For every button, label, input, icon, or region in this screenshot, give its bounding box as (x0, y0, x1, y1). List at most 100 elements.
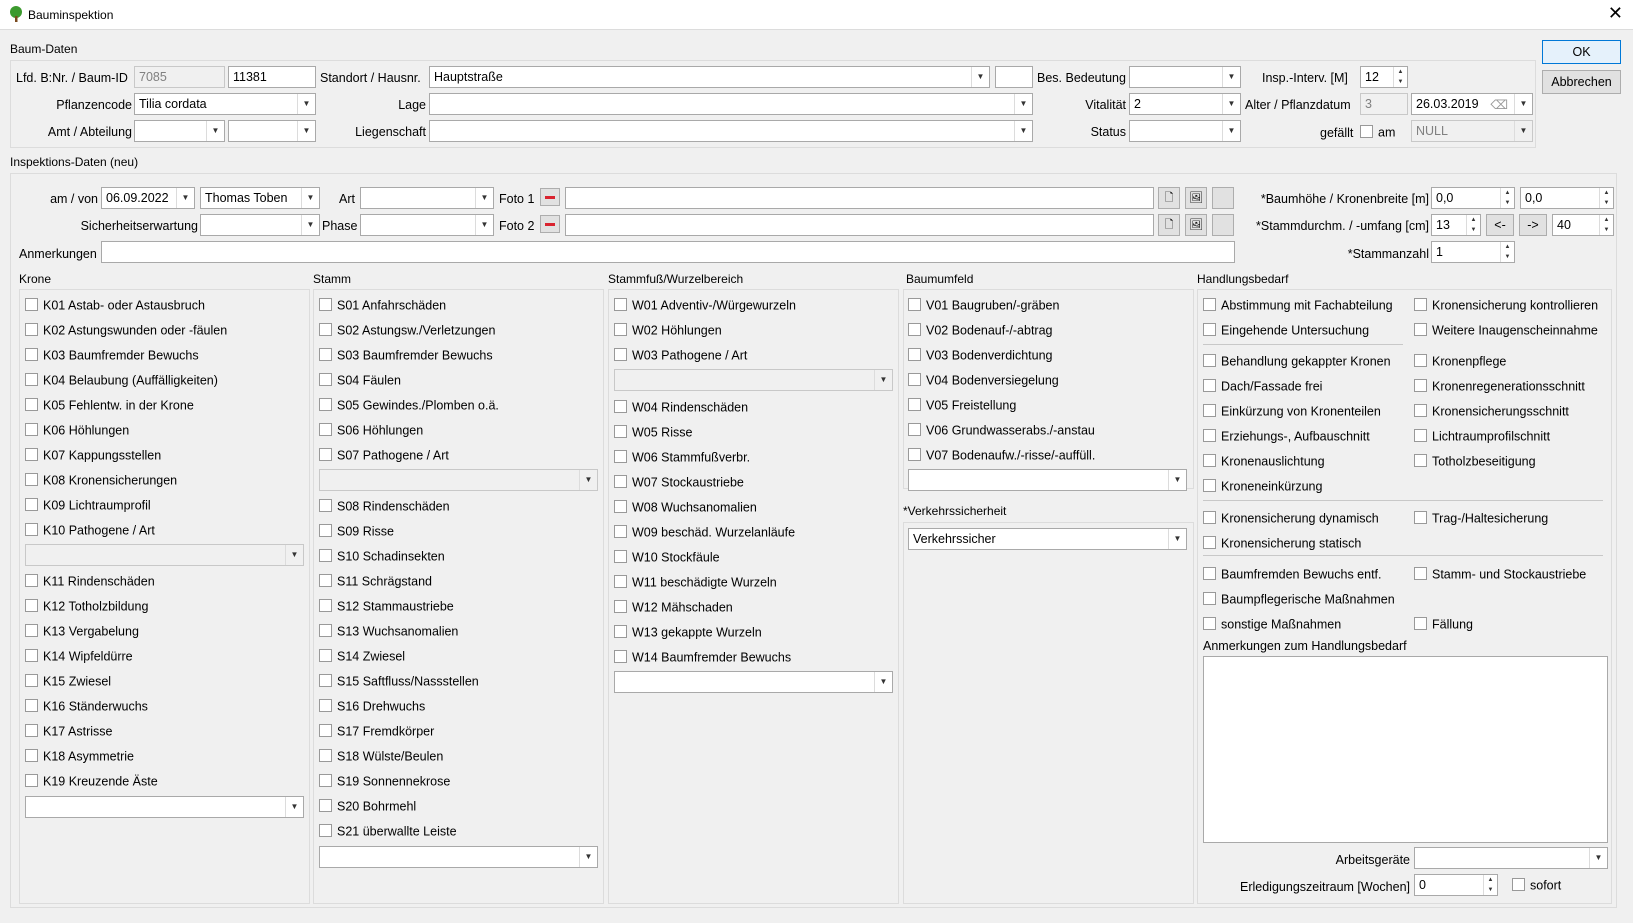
krone-item-checkbox[interactable]: K06 Höhlungen (25, 423, 129, 441)
handlung-item-checkbox[interactable]: Fällung (1414, 617, 1473, 635)
handlung-item-checkbox[interactable]: sonstige Maßnahmen (1203, 617, 1341, 635)
stamm-item-checkbox[interactable]: S19 Sonnennekrose (319, 774, 450, 792)
handlung-item-checkbox[interactable]: Kronenauslichtung (1203, 454, 1325, 472)
wurzel-item-checkbox[interactable]: W10 Stockfäule (614, 550, 720, 568)
handlung-item-checkbox[interactable]: Kronenpflege (1414, 354, 1506, 372)
geraete-combo[interactable]: ▼ (1414, 847, 1608, 869)
hoehe-spinbox[interactable]: 0,0 ▲ ▼ (1431, 187, 1515, 209)
handlung-item-checkbox[interactable]: Dach/Fassade frei (1203, 379, 1322, 397)
krone-item-checkbox[interactable]: K05 Fehlentw. in der Krone (25, 398, 194, 416)
handlung-item-checkbox[interactable]: Trag-/Haltesicherung (1414, 511, 1548, 529)
krone-item-checkbox[interactable]: K18 Asymmetrie (25, 749, 134, 767)
verkehr-combo[interactable]: Verkehrssicher ▼ (908, 528, 1187, 550)
ok-button[interactable]: OK (1542, 40, 1621, 64)
krone-item-checkbox[interactable]: K02 Astungswunden oder -fäulen (25, 323, 227, 341)
umfang-spinbox[interactable]: 40 ▲ ▼ (1552, 214, 1614, 236)
liegen-combo[interactable]: ▼ (429, 120, 1033, 142)
wurzel-item-checkbox[interactable]: W09 beschäd. Wurzelanläufe (614, 525, 795, 543)
handlung-item-checkbox[interactable]: Einkürzung von Kronenteilen (1203, 404, 1381, 422)
umfeld-item-checkbox[interactable]: V01 Baugruben/-gräben (908, 298, 1059, 316)
anzahl-spinbox[interactable]: 1 ▲ ▼ (1431, 241, 1515, 263)
stamm-item-checkbox[interactable]: S09 Risse (319, 524, 394, 542)
wurzel-item-checkbox[interactable]: W12 Mähschaden (614, 600, 733, 618)
stamm-item-checkbox[interactable]: S06 Höhlungen (319, 423, 423, 441)
handlung-item-checkbox[interactable]: Kronensicherungsschnitt (1414, 404, 1569, 422)
handlung-item-checkbox[interactable]: Baumfremden Bewuchs entf. (1203, 567, 1382, 585)
krone-extra-combo[interactable]: ▼ (25, 796, 304, 818)
stamm-item-checkbox[interactable]: S13 Wuchsanomalien (319, 624, 458, 642)
wurzel-item-checkbox[interactable]: W11 beschädigte Wurzeln (614, 575, 777, 593)
krone-item-checkbox[interactable]: K15 Zwiesel (25, 674, 111, 692)
foto2-extra-button[interactable] (1212, 214, 1234, 236)
cancel-button[interactable]: Abbrechen (1542, 70, 1621, 94)
umfeld-item-checkbox[interactable]: V05 Freistellung (908, 398, 1016, 416)
stamm-item-checkbox[interactable]: S11 Schrägstand (319, 574, 432, 592)
foto2-field[interactable] (565, 214, 1154, 236)
open-file-icon[interactable]: 🗋 (1158, 214, 1180, 236)
zeitraum-spinbox[interactable]: 0 ▲ ▼ (1414, 874, 1498, 896)
stamm-item-checkbox[interactable]: S15 Saftfluss/Nassstellen (319, 674, 479, 692)
stamm-item-checkbox[interactable]: S20 Bohrmehl (319, 799, 416, 817)
anm-field[interactable] (101, 241, 1235, 263)
breite-spinbox[interactable]: 0,0 ▲ ▼ (1520, 187, 1614, 209)
krone-item-checkbox[interactable]: K01 Astab- oder Astausbruch (25, 298, 205, 316)
stamm-item-checkbox[interactable]: S03 Baumfremder Bewuchs (319, 348, 493, 366)
krone-item-checkbox[interactable]: K14 Wipfeldürre (25, 649, 133, 667)
krone-item-checkbox[interactable]: K12 Totholzbildung (25, 599, 148, 617)
add-photo-icon[interactable]: 🖼 (1185, 214, 1207, 236)
wurzel-item-checkbox[interactable]: W01 Adventiv-/Würgewurzeln (614, 298, 796, 316)
handlung-item-checkbox[interactable]: Abstimmung mit Fachabteilung (1203, 298, 1393, 316)
insp-date-field[interactable]: 06.09.2022 ▼ (101, 187, 195, 209)
lage-combo[interactable]: ▼ (429, 93, 1033, 115)
stamm-item-checkbox[interactable]: S12 Stammaustriebe (319, 599, 454, 617)
handlung-item-checkbox[interactable]: Behandlung gekappter Kronen (1203, 354, 1391, 372)
phase-combo[interactable]: ▼ (360, 214, 494, 236)
standort-combo[interactable]: Hauptstraße ▼ (429, 66, 990, 88)
bes-combo[interactable]: ▼ (1129, 66, 1241, 88)
insp-spinbox[interactable]: 12 ▲ ▼ (1360, 66, 1408, 88)
handlung-anm-textarea[interactable] (1203, 656, 1608, 843)
pflanz-combo[interactable]: Tilia cordata ▼ (134, 93, 316, 115)
krone-item-checkbox[interactable]: K13 Vergabelung (25, 624, 139, 642)
handlung-item-checkbox[interactable]: Baumpflegerische Maßnahmen (1203, 592, 1395, 610)
open-file-icon[interactable]: 🗋 (1158, 187, 1180, 209)
umfeld-combo[interactable]: ▼ (908, 469, 1187, 491)
baum-id-field[interactable]: 11381 (228, 66, 316, 88)
convert-right-button[interactable]: -> (1519, 214, 1547, 236)
close-icon[interactable]: ✕ (1608, 4, 1623, 22)
abteilung-combo[interactable]: ▼ (228, 120, 316, 142)
amt-combo[interactable]: ▼ (134, 120, 225, 142)
handlung-item-checkbox[interactable]: Totholzbeseitigung (1414, 454, 1536, 472)
krone-item-checkbox[interactable]: K04 Belaubung (Auffälligkeiten) (25, 373, 218, 391)
stamm-item-checkbox[interactable]: S05 Gewindes./Plomben o.ä. (319, 398, 499, 416)
stamm-item-checkbox[interactable]: S21 überwallte Leiste (319, 824, 457, 842)
handlung-item-checkbox[interactable]: Eingehende Untersuchung (1203, 323, 1369, 341)
wurzel-item-checkbox[interactable]: W14 Baumfremder Bewuchs (614, 650, 791, 668)
remove-foto2-icon[interactable] (540, 215, 560, 233)
stamm-item-checkbox[interactable]: S04 Fäulen (319, 373, 401, 391)
krone-item-checkbox[interactable]: K08 Kronensicherungen (25, 473, 177, 491)
stamm-item-checkbox[interactable]: S18 Wülste/Beulen (319, 749, 443, 767)
wurzel-item-checkbox[interactable]: W08 Wuchsanomalien (614, 500, 757, 518)
wurzel-item-checkbox[interactable]: W07 Stockaustriebe (614, 475, 744, 493)
handlung-item-checkbox[interactable]: Kronenregenerationsschnitt (1414, 379, 1585, 397)
handlung-item-checkbox[interactable]: Kronensicherung statisch (1203, 536, 1361, 554)
stamm-item-checkbox[interactable]: S02 Astungsw./Verletzungen (319, 323, 495, 341)
wurzel-item-checkbox[interactable]: W03 Pathogene / Art (614, 348, 747, 366)
krone-item-checkbox[interactable]: K19 Kreuzende Äste (25, 774, 158, 792)
krone-item-checkbox[interactable]: K16 Ständerwuchs (25, 699, 148, 717)
art-combo[interactable]: ▼ (360, 187, 494, 209)
krone-item-checkbox[interactable]: K07 Kappungsstellen (25, 448, 161, 466)
krone-item-checkbox[interactable]: K11 Rindenschäden (25, 574, 155, 592)
pflanzdatum-field[interactable]: 26.03.2019 ⌫ ▼ (1411, 93, 1533, 115)
stamm-item-checkbox[interactable]: S16 Drehwuchs (319, 699, 425, 717)
foto1-extra-button[interactable] (1212, 187, 1234, 209)
wurzel-item-checkbox[interactable]: W13 gekappte Wurzeln (614, 625, 762, 643)
sofort-checkbox[interactable]: sofort (1512, 878, 1561, 896)
stamm-item-checkbox[interactable]: S01 Anfahrschäden (319, 298, 446, 316)
gefaellt-checkbox[interactable]: am (1360, 125, 1395, 143)
sicher-combo[interactable]: ▼ (200, 214, 320, 236)
wurzel-item-checkbox[interactable]: W05 Risse (614, 425, 692, 443)
krone-item-checkbox[interactable]: K10 Pathogene / Art (25, 523, 155, 541)
umfeld-item-checkbox[interactable]: V04 Bodenversiegelung (908, 373, 1059, 391)
